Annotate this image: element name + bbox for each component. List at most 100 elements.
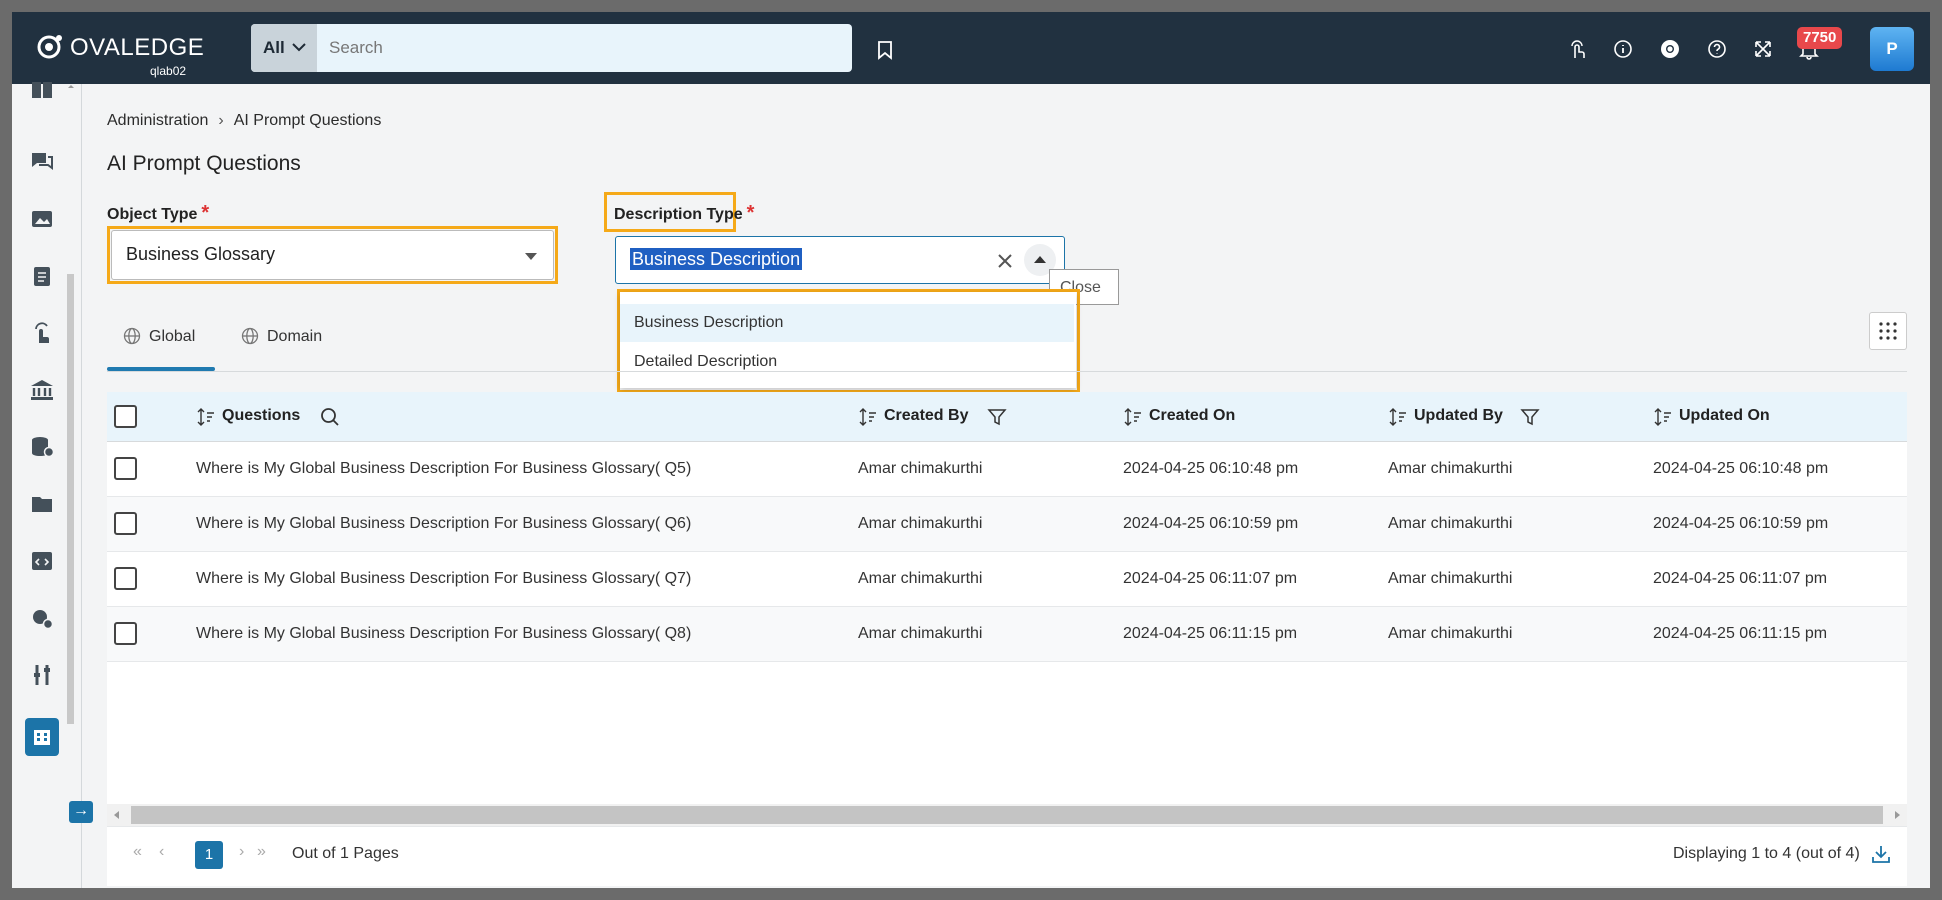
page-title: AI Prompt Questions bbox=[107, 152, 301, 175]
display-count-text: Displaying 1 to 4 (out of 4) bbox=[1673, 845, 1860, 862]
last-page-icon[interactable]: » bbox=[257, 843, 266, 861]
touch-hand-icon[interactable] bbox=[28, 319, 56, 347]
sort-icon[interactable] bbox=[1653, 407, 1673, 427]
global-search: All bbox=[251, 24, 852, 72]
notification-badge: 7750 bbox=[1797, 27, 1843, 49]
row-checkbox[interactable] bbox=[114, 622, 137, 645]
info-icon[interactable] bbox=[1612, 38, 1634, 60]
globe-icon bbox=[241, 327, 259, 345]
filter-icon[interactable] bbox=[987, 407, 1007, 427]
help-icon[interactable] bbox=[1706, 38, 1728, 60]
clear-icon[interactable] bbox=[996, 252, 1014, 270]
tools-icon[interactable] bbox=[28, 661, 56, 689]
questions-table: Questions Created By Created On Updated … bbox=[107, 392, 1907, 886]
column-settings-button[interactable] bbox=[1869, 312, 1907, 350]
active-tab-indicator bbox=[107, 367, 215, 371]
app-name: OVALEDGE bbox=[70, 34, 205, 61]
code-window-icon[interactable] bbox=[28, 547, 56, 575]
cell-created-on: 2024-04-25 06:11:15 pm bbox=[1123, 625, 1298, 642]
object-type-select[interactable]: Business Glossary bbox=[111, 230, 554, 280]
table-row[interactable]: Where is My Global Business Description … bbox=[107, 607, 1907, 662]
cell-updated-by: Amar chimakurthi bbox=[1388, 515, 1513, 532]
caret-down-icon bbox=[525, 253, 537, 260]
instance-name: qlab02 bbox=[150, 64, 187, 78]
search-input[interactable] bbox=[317, 24, 811, 72]
caret-up-icon bbox=[1034, 256, 1046, 263]
previous-page-icon[interactable]: ‹ bbox=[159, 843, 164, 861]
description-type-label: Description Type * bbox=[614, 202, 755, 224]
sort-icon[interactable] bbox=[1123, 407, 1143, 427]
chevron-right-icon: › bbox=[218, 112, 224, 129]
tab-global-label: Global bbox=[149, 328, 196, 345]
cell-created-on: 2024-04-25 06:10:48 pm bbox=[1123, 460, 1299, 477]
object-type-label: Object Type * bbox=[107, 202, 210, 224]
clipboard-icon[interactable] bbox=[28, 262, 56, 290]
expand-sidebar-button[interactable]: → bbox=[69, 801, 93, 823]
description-type-select[interactable]: Business Description bbox=[615, 236, 1065, 284]
scrollbar-thumb[interactable] bbox=[131, 806, 1883, 824]
tab-domain-label: Domain bbox=[267, 328, 323, 345]
sort-icon[interactable] bbox=[1388, 407, 1408, 427]
cell-created-on: 2024-04-25 06:10:59 pm bbox=[1123, 515, 1299, 532]
fullscreen-icon[interactable] bbox=[1752, 38, 1774, 60]
security-icon[interactable] bbox=[28, 604, 56, 632]
user-avatar[interactable]: P bbox=[1870, 27, 1914, 71]
app-logo[interactable]: OVALEDGE qlab02 bbox=[34, 24, 204, 78]
table-row[interactable]: Where is My Global Business Description … bbox=[107, 442, 1907, 497]
table-body: Where is My Global Business Description … bbox=[107, 442, 1907, 664]
touch-icon[interactable] bbox=[1566, 38, 1588, 60]
sidebar-scrollbar[interactable] bbox=[66, 84, 74, 784]
table-row[interactable]: Where is My Global Business Description … bbox=[107, 497, 1907, 552]
row-checkbox[interactable] bbox=[114, 457, 137, 480]
breadcrumb-current: AI Prompt Questions bbox=[233, 112, 382, 129]
column-header-created-by: Created By bbox=[884, 407, 969, 424]
pagination: « ‹ 1 › » Out of 1 Pages Displaying 1 to… bbox=[107, 826, 1907, 886]
column-header-updated-on: Updated On bbox=[1679, 407, 1770, 424]
cell-question: Where is My Global Business Description … bbox=[196, 460, 692, 477]
search-icon[interactable] bbox=[320, 407, 340, 427]
column-header-questions: Questions bbox=[222, 407, 301, 424]
cell-updated-by: Amar chimakurthi bbox=[1388, 625, 1513, 642]
next-page-icon[interactable]: › bbox=[239, 843, 244, 861]
folder-icon[interactable] bbox=[28, 490, 56, 518]
required-mark: * bbox=[746, 202, 755, 224]
sidebar-item-administration[interactable] bbox=[25, 718, 59, 756]
select-all-checkbox[interactable] bbox=[114, 405, 137, 428]
column-header-updated-by: Updated By bbox=[1414, 407, 1503, 424]
search-scope-select[interactable]: All bbox=[251, 24, 317, 72]
cell-question: Where is My Global Business Description … bbox=[196, 625, 692, 642]
row-checkbox[interactable] bbox=[114, 512, 137, 535]
cell-created-by: Amar chimakurthi bbox=[858, 570, 983, 587]
breadcrumb-administration[interactable]: Administration bbox=[107, 112, 208, 129]
table-row[interactable]: Where is My Global Business Description … bbox=[107, 552, 1907, 607]
tab-bar: Global Domain bbox=[107, 312, 1907, 372]
scroll-left-icon[interactable] bbox=[113, 810, 121, 820]
chevron-down-icon bbox=[292, 43, 306, 52]
bookmark-icon[interactable] bbox=[874, 39, 896, 61]
download-icon[interactable] bbox=[1871, 844, 1891, 864]
chat-icon[interactable] bbox=[28, 148, 56, 176]
horizontal-scrollbar[interactable] bbox=[107, 804, 1907, 826]
scroll-right-icon[interactable] bbox=[1893, 810, 1901, 820]
first-page-icon[interactable]: « bbox=[133, 843, 142, 861]
column-header-created-on: Created On bbox=[1149, 407, 1236, 424]
cell-updated-on: 2024-04-25 06:11:07 pm bbox=[1653, 570, 1828, 587]
top-bar: OVALEDGE qlab02 All Search 7750 P bbox=[12, 12, 1930, 84]
globe-icon bbox=[123, 327, 141, 345]
logo-mark-icon bbox=[37, 35, 62, 59]
chrome-icon[interactable] bbox=[1659, 38, 1681, 60]
sort-icon[interactable] bbox=[858, 407, 878, 427]
object-type-value: Business Glossary bbox=[126, 244, 276, 264]
filter-icon[interactable] bbox=[1520, 407, 1540, 427]
cell-updated-by: Amar chimakurthi bbox=[1388, 570, 1513, 587]
row-checkbox[interactable] bbox=[114, 567, 137, 590]
cell-created-by: Amar chimakurthi bbox=[858, 625, 983, 642]
table-header: Questions Created By Created On Updated … bbox=[107, 392, 1907, 442]
current-page-button[interactable]: 1 bbox=[195, 841, 223, 869]
sort-icon[interactable] bbox=[196, 407, 216, 427]
image-icon[interactable] bbox=[28, 205, 56, 233]
book-icon[interactable] bbox=[28, 76, 56, 104]
bank-icon[interactable] bbox=[28, 376, 56, 404]
cell-question: Where is My Global Business Description … bbox=[196, 570, 692, 587]
database-icon[interactable] bbox=[28, 433, 56, 461]
